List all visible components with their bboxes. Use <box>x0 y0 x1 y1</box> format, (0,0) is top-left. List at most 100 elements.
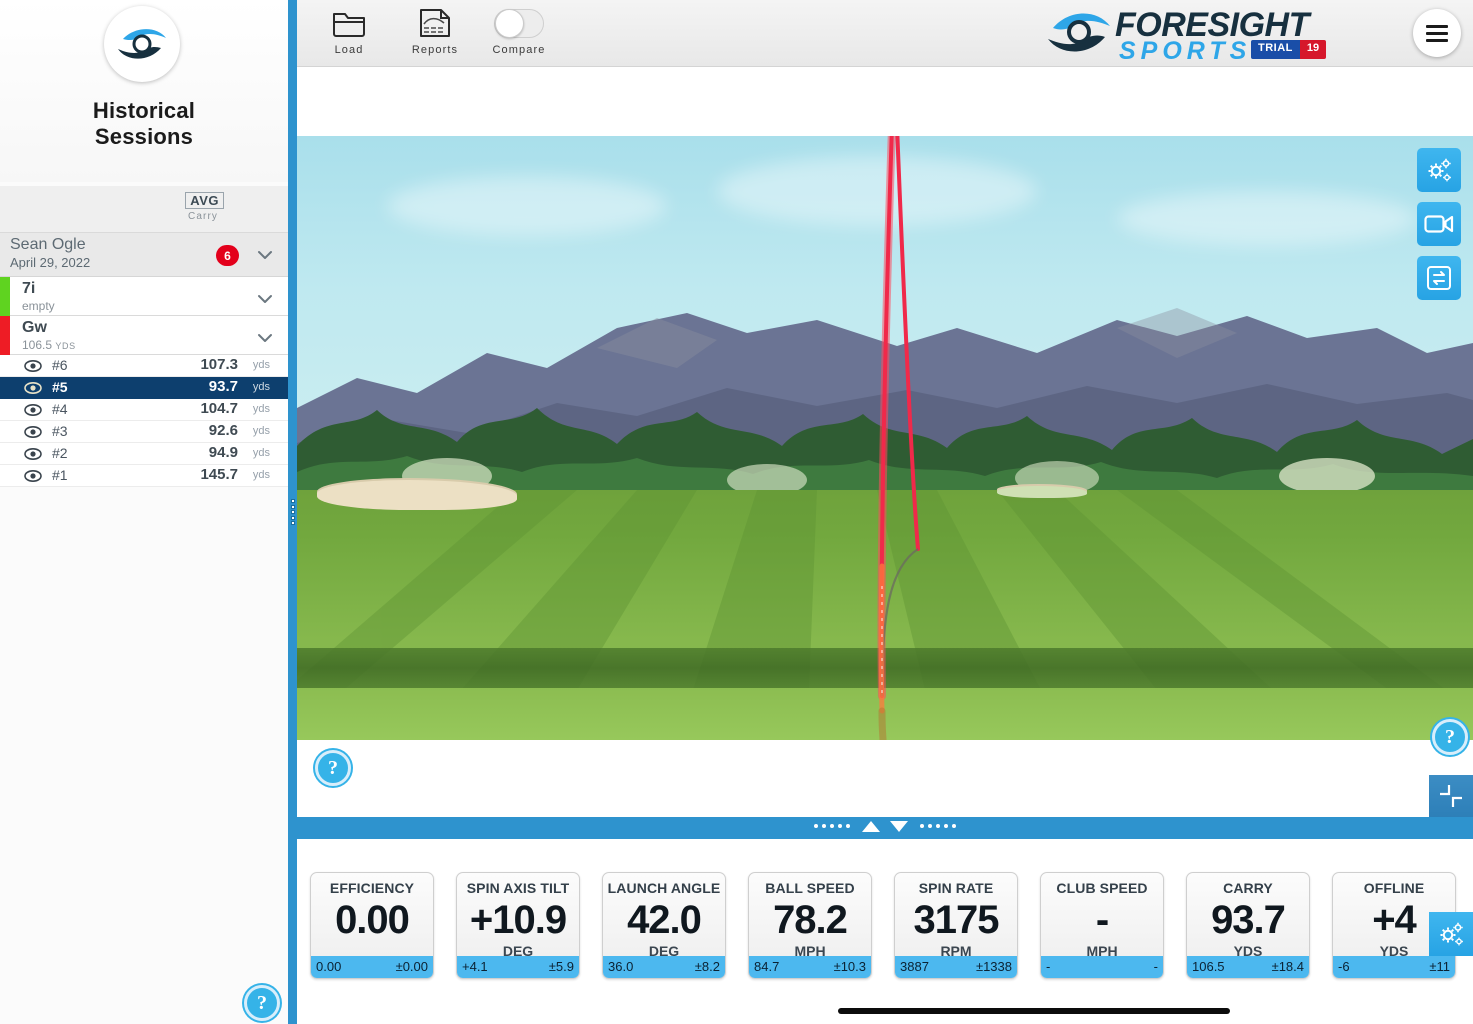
shot-value: 107.3 <box>200 356 238 373</box>
help-button-scene[interactable]: ? <box>315 750 351 786</box>
trial-badge-days: 19 <box>1299 40 1327 59</box>
pager-dot[interactable] <box>838 824 842 828</box>
chevron-down-icon[interactable] <box>256 246 274 264</box>
shot-label: #5 <box>52 379 68 395</box>
shot-value: 92.6 <box>208 422 238 439</box>
reports-button[interactable]: Reports <box>393 4 477 62</box>
stat-footer: 3887 ±1338 <box>895 956 1017 978</box>
trial-badge-label: TRIAL <box>1251 40 1300 59</box>
shot-label: #1 <box>52 467 68 483</box>
view-pager[interactable] <box>297 817 1473 835</box>
shot-stats-panel: EFFICIENCY 0.00 0.00 ±0.00 SPIN AXIS TIL… <box>297 835 1473 1024</box>
triangle-up-icon[interactable] <box>862 820 880 832</box>
eye-icon[interactable] <box>24 469 42 483</box>
stats-settings-button[interactable] <box>1429 912 1473 956</box>
pager-dot[interactable] <box>952 824 956 828</box>
top-toolbar: Load Reports Compare FORESIGHT SPORTS TR… <box>297 0 1473 67</box>
stat-tile-launch-angle[interactable]: LAUNCH ANGLE 42.0 DEG 36.0 ±8.2 <box>602 872 726 979</box>
shot-row-5[interactable]: #5 93.7 yds <box>0 377 288 399</box>
golf-course-scene[interactable] <box>297 136 1473 740</box>
stat-tile-club-speed[interactable]: CLUB SPEED - MPH - - <box>1040 872 1164 979</box>
toggle-switch-off-icon[interactable] <box>477 4 561 42</box>
pager-dot[interactable] <box>846 824 850 828</box>
stat-tile-ball-speed[interactable]: BALL SPEED 78.2 MPH 84.7 ±10.3 <box>748 872 872 979</box>
swap-view-button[interactable] <box>1417 256 1461 300</box>
eye-icon[interactable] <box>24 425 42 439</box>
stat-label: EFFICIENCY <box>329 880 415 896</box>
trial-badge: TRIAL 19 <box>1251 40 1327 59</box>
load-button[interactable]: Load <box>307 4 391 62</box>
help-button-sidebar[interactable]: ? <box>244 985 280 1021</box>
shot-unit: yds <box>252 359 270 371</box>
stat-footer: -6 ±11 <box>1333 956 1455 978</box>
club-average-unit: YDS <box>55 341 76 351</box>
simulator-view: ? ? <box>297 67 1473 817</box>
club-average-value: 106.5 <box>22 338 53 352</box>
club-color-swatch <box>0 316 10 355</box>
stat-label: BALL SPEED <box>765 880 855 896</box>
pager-dot[interactable] <box>920 824 924 828</box>
pager-dot[interactable] <box>928 824 932 828</box>
pager-dot[interactable] <box>822 824 826 828</box>
stat-tile-efficiency[interactable]: EFFICIENCY 0.00 0.00 ±0.00 <box>310 872 434 979</box>
eye-icon[interactable] <box>24 403 42 417</box>
shot-label: #4 <box>52 401 68 417</box>
club-average: 106.5 YDS <box>22 338 76 352</box>
stat-label: OFFLINE <box>1363 880 1425 896</box>
stat-tile-carry[interactable]: CARRY 93.7 YDS 106.5 ±18.4 <box>1186 872 1310 979</box>
eye-icon[interactable] <box>24 447 42 461</box>
reports-button-label: Reports <box>411 44 459 56</box>
menu-line <box>1426 31 1448 35</box>
shot-row-4[interactable]: #4 104.7 yds <box>0 399 288 421</box>
chevron-down-icon[interactable] <box>256 290 274 308</box>
stat-label: CARRY <box>1223 880 1273 896</box>
stat-tile-spin-axis-tilt[interactable]: SPIN AXIS TILT +10.9 DEG +4.1 ±5.9 <box>456 872 580 979</box>
foresight-eye-logo-icon <box>104 6 180 82</box>
stat-deviation: ±0.00 <box>395 959 428 974</box>
stat-deviation: ±18.4 <box>1271 959 1304 974</box>
scene-settings-button[interactable] <box>1417 148 1461 192</box>
pager-dot[interactable] <box>830 824 834 828</box>
club-row-gw[interactable]: Gw 106.5 YDS <box>0 316 288 355</box>
shot-row-6[interactable]: #6 107.3 yds <box>0 355 288 377</box>
pager-dot[interactable] <box>936 824 940 828</box>
triangle-down-icon[interactable] <box>890 820 908 832</box>
shot-row-1[interactable]: #1 145.7 yds <box>0 465 288 487</box>
toggle-knob[interactable] <box>495 8 524 38</box>
shot-row-3[interactable]: #3 92.6 yds <box>0 421 288 443</box>
hamburger-menu-icon[interactable] <box>1413 9 1461 57</box>
help-button-right[interactable]: ? <box>1432 719 1468 755</box>
home-indicator <box>838 1008 1230 1014</box>
compare-toggle[interactable]: Compare <box>477 4 561 62</box>
handle-dot <box>290 521 295 525</box>
shot-unit: yds <box>252 447 270 459</box>
eye-icon[interactable] <box>24 359 42 373</box>
shot-unit: yds <box>252 381 270 393</box>
stat-deviation: ±11 <box>1429 959 1450 974</box>
sidebar-resize-handle[interactable] <box>288 497 297 527</box>
stat-deviation: ±8.2 <box>694 959 720 974</box>
club-name: 7i <box>22 280 36 297</box>
shot-row-2[interactable]: #2 94.9 yds <box>0 443 288 465</box>
pager-dot[interactable] <box>944 824 948 828</box>
club-name: Gw <box>22 319 47 336</box>
camera-view-button[interactable] <box>1417 202 1461 246</box>
page-title-line1: Historical <box>92 98 196 123</box>
eye-icon[interactable] <box>24 381 42 395</box>
stat-tile-spin-rate[interactable]: SPIN RATE 3175 RPM 3887 ±1338 <box>894 872 1018 979</box>
shot-label: #3 <box>52 423 68 439</box>
pager-dot[interactable] <box>814 824 818 828</box>
session-row[interactable]: Sean Ogle April 29, 2022 6 <box>0 233 288 277</box>
stat-average: 36.0 <box>608 959 634 974</box>
chevron-down-icon[interactable] <box>256 329 274 347</box>
stat-deviation: ±1338 <box>975 959 1012 974</box>
stat-average: 3887 <box>900 959 929 974</box>
toggle-track[interactable] <box>494 8 544 38</box>
crosshair-expand-icon <box>1440 785 1462 807</box>
expand-view-button[interactable] <box>1429 775 1473 817</box>
club-row-7i[interactable]: 7i empty <box>0 277 288 316</box>
gears-icon <box>1440 922 1463 946</box>
avg-badge[interactable]: AVG <box>185 192 224 209</box>
club-average: empty <box>22 299 55 313</box>
stat-label: LAUNCH ANGLE <box>607 880 721 896</box>
